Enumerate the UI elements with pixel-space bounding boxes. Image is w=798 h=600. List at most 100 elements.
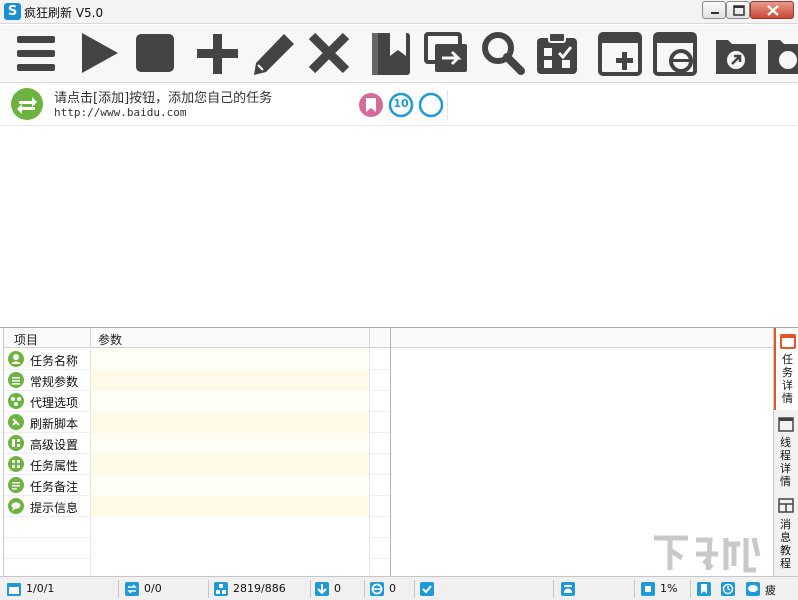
menu-button[interactable] xyxy=(12,28,62,80)
property-extra-cell xyxy=(369,454,390,475)
bookmark-button[interactable] xyxy=(368,28,418,80)
property-extra-cell xyxy=(369,412,390,433)
phone-icon xyxy=(561,582,575,596)
message-tutorial-icon xyxy=(778,498,794,513)
thread-detail-icon xyxy=(778,417,794,432)
property-label: 任务备注 xyxy=(30,480,79,494)
property-value-cell[interactable] xyxy=(90,496,369,517)
status-page-text: 1/0/1 xyxy=(26,582,55,595)
task-name: 请点击[添加]按钮，添加您自己的任务 xyxy=(54,91,273,106)
property-value-cell[interactable] xyxy=(90,370,369,391)
status-counter-text: 2819/886 xyxy=(233,582,286,595)
status-bookmark[interactable] xyxy=(696,580,716,598)
edit-icon xyxy=(254,34,294,75)
copy-task-button[interactable] xyxy=(422,28,472,80)
property-row-empty xyxy=(4,538,390,559)
property-extra-cell xyxy=(369,475,390,496)
grid-icon xyxy=(8,456,24,472)
clipboard-button[interactable] xyxy=(532,28,582,80)
add-icon xyxy=(197,34,238,74)
property-row-tips[interactable]: 提示信息 xyxy=(4,496,390,517)
header-item[interactable]: 项目 xyxy=(14,331,38,348)
property-label-cell: 高级设置 xyxy=(4,433,90,454)
property-value-cell[interactable] xyxy=(90,349,369,370)
open-folder-button[interactable] xyxy=(764,28,798,80)
property-label: 任务名称 xyxy=(30,354,79,368)
status-refresh-text: 0/0 xyxy=(144,582,162,595)
new-window-button[interactable] xyxy=(596,28,646,80)
minimize-button[interactable] xyxy=(702,1,726,19)
edit-button[interactable] xyxy=(248,28,298,80)
property-extra-cell xyxy=(369,433,390,454)
new-window-icon xyxy=(598,32,642,76)
tab-task-detail[interactable]: 任务详情 xyxy=(774,328,798,410)
property-row-advanced[interactable]: 高级设置 xyxy=(4,433,390,454)
chat-icon xyxy=(746,582,760,596)
property-panel: 项目 参数 任务名称 常规参数 代理选项 刷新脚本 高级设置 任务属性 任务备注… xyxy=(3,328,391,580)
ie-window-icon xyxy=(653,32,697,76)
add-button[interactable] xyxy=(192,28,242,80)
property-row-script[interactable]: 刷新脚本 xyxy=(4,412,390,433)
property-value-cell[interactable] xyxy=(90,391,369,412)
property-value-cell[interactable] xyxy=(90,475,369,496)
property-row-task-name[interactable]: 任务名称 xyxy=(4,349,390,370)
search-button[interactable] xyxy=(478,28,528,80)
task-list: 请点击[添加]按钮，添加您自己的任务 http://www.baidu.com … xyxy=(0,84,798,126)
divider xyxy=(690,580,691,598)
status-check[interactable] xyxy=(419,580,439,598)
property-value-cell[interactable] xyxy=(90,454,369,475)
divider xyxy=(447,90,448,120)
property-label-cell xyxy=(4,517,90,538)
property-value-cell[interactable] xyxy=(90,412,369,433)
start-button[interactable] xyxy=(74,28,124,80)
property-row-attributes[interactable]: 任务属性 xyxy=(4,454,390,475)
delete-button[interactable] xyxy=(304,28,354,80)
property-row-general[interactable]: 常规参数 xyxy=(4,370,390,391)
status-chat[interactable]: 疲 xyxy=(745,580,795,598)
divider xyxy=(310,580,311,598)
property-label-cell: 刷新脚本 xyxy=(4,412,90,433)
task-detail-icon xyxy=(780,334,796,349)
ie-window-button[interactable] xyxy=(651,28,701,80)
status-page: 1/0/1 xyxy=(6,580,116,598)
property-extra-cell xyxy=(369,370,390,391)
status-phone[interactable] xyxy=(560,580,580,598)
property-label-cell: 任务属性 xyxy=(4,454,90,475)
divider xyxy=(90,328,91,348)
watermark-logo xyxy=(654,535,761,573)
maximize-button[interactable] xyxy=(726,1,750,19)
tab-label: 消息教程 xyxy=(780,518,791,570)
tab-thread-detail[interactable]: 线程详情 xyxy=(774,412,798,492)
check-icon xyxy=(420,582,434,596)
status-counter: 2819/886 xyxy=(213,580,309,598)
property-label: 常规参数 xyxy=(30,375,79,389)
ie-icon xyxy=(370,582,384,596)
property-label-cell: 任务名称 xyxy=(4,349,90,370)
status-ie-text: 0 xyxy=(389,582,396,595)
advanced-icon xyxy=(8,435,24,451)
stop-button[interactable] xyxy=(130,28,180,80)
property-label-cell: 代理选项 xyxy=(4,391,90,412)
bookmark-badge-icon[interactable] xyxy=(358,92,384,118)
calendar-icon xyxy=(7,583,21,596)
property-rows: 任务名称 常规参数 代理选项 刷新脚本 高级设置 任务属性 任务备注 提示信息 xyxy=(4,349,390,580)
folder-export-icon xyxy=(716,40,756,74)
property-label: 高级设置 xyxy=(30,438,79,452)
property-row-proxy[interactable]: 代理选项 xyxy=(4,391,390,412)
folder-icon xyxy=(768,40,798,74)
user-icon xyxy=(8,351,24,367)
property-label: 提示信息 xyxy=(30,501,79,515)
export-folder-button[interactable] xyxy=(712,28,762,80)
thread-count-badge[interactable]: 10 xyxy=(388,92,414,118)
property-value-cell xyxy=(90,538,369,559)
cpu-icon xyxy=(641,582,655,596)
status-circle-icon[interactable] xyxy=(418,92,444,118)
header-param[interactable]: 参数 xyxy=(98,331,122,348)
property-row-notes[interactable]: 任务备注 xyxy=(4,475,390,496)
close-button[interactable] xyxy=(750,1,794,19)
message-icon xyxy=(8,498,24,514)
property-label: 刷新脚本 xyxy=(30,417,79,431)
property-value-cell[interactable] xyxy=(90,433,369,454)
clock-icon xyxy=(721,582,735,596)
status-clock[interactable] xyxy=(720,580,740,598)
